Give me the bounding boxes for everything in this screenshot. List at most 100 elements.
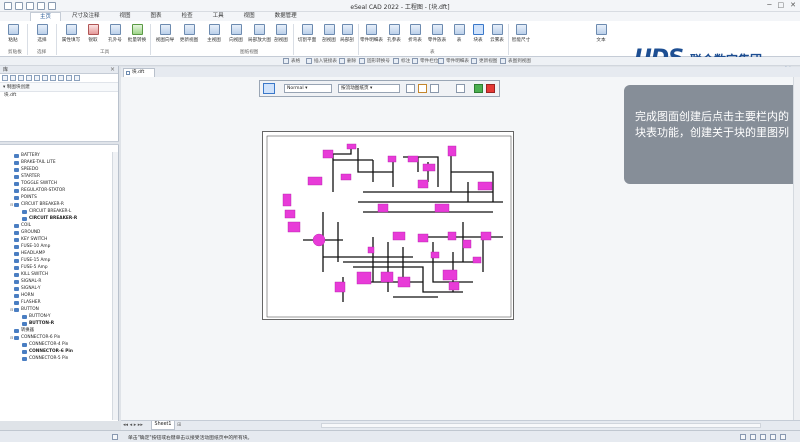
update-view-button[interactable]: 更新视图 [178,23,200,51]
add-sheet-icon[interactable]: ⊞ [177,422,181,428]
tab-dimension[interactable]: 尺寸及注释 [63,12,109,21]
document-tab[interactable]: 块.dft [123,68,155,77]
main-view-button[interactable]: 主视图 [203,23,225,51]
tree-item[interactable]: ⊟ CIRCUIT BREAKER-R [0,201,112,208]
back-icon[interactable] [2,75,8,81]
canvas-horizontal-scrollbar[interactable] [321,423,761,428]
tree-item[interactable]: CONNECTOR-6 Pin [0,348,112,355]
cutting-plane-button[interactable]: 切割平面 [296,23,318,51]
tree-item[interactable]: KEY SWITCH [0,236,112,243]
family-table-button[interactable]: 零件族表 [426,23,448,51]
sub-insert-link[interactable]: 插入链接表 [306,58,337,64]
select-button[interactable]: 选择 [31,23,53,51]
tab-chart[interactable]: 图表 [142,12,171,21]
home-icon[interactable] [26,75,32,81]
tree-item[interactable]: SIGNAL-R [0,278,112,285]
close-icon[interactable]: ✕ [790,1,796,9]
new-folder-icon[interactable] [42,75,48,81]
accept-icon[interactable] [474,84,483,93]
sub-update-view[interactable]: 更新视图 [471,58,497,64]
fit-icon[interactable] [760,434,766,440]
detail-view-button[interactable]: 局部放大图 [248,23,271,51]
paste-button[interactable]: 粘贴 [2,23,24,51]
partial-section-button[interactable]: 局部剖 [336,23,358,51]
tree-item[interactable]: CONNECTOR-5 Pin [0,355,112,362]
tab-tools[interactable]: 工具 [204,12,233,21]
hole-table-button[interactable]: 孔参表 [383,23,405,51]
tree-item[interactable]: CIRCUIT BREAKER-R [0,215,112,222]
block-table-icon[interactable] [263,83,275,94]
pan-icon[interactable] [770,434,776,440]
sheet-tab[interactable]: Sheet1 [151,421,175,430]
panel-scrollbar[interactable] [112,152,118,420]
tree-item[interactable]: FUSE-5 Amp [0,264,112,271]
search-icon[interactable] [50,75,56,81]
tree-item[interactable]: COIL [0,222,112,229]
cloud-table-button[interactable]: 云雾表 [486,23,508,51]
tree-item[interactable]: REGULATOR-STATOR [0,187,112,194]
file-item[interactable]: 块.dft [0,92,118,100]
tree-item[interactable]: HORN [0,292,112,299]
tree-item[interactable]: BATTERY [0,152,112,159]
sub-delete[interactable]: 删除 [339,58,356,64]
sub-convert-number[interactable]: 固形转换号 [359,58,390,64]
tree-item[interactable]: BUTTON-Y [0,313,112,320]
tree-item[interactable]: STARTER [0,173,112,180]
sub-table[interactable]: 表格 [283,58,300,64]
magnifier-icon[interactable] [418,84,427,93]
property-fill-button[interactable]: 属性填写 [60,23,82,51]
tab-inspect[interactable]: 检查 [173,12,202,21]
mode-select[interactable]: 按流动图纸页 ▾ [338,84,400,93]
close-icon[interactable]: × [110,66,115,74]
zoom-in-icon[interactable] [740,434,746,440]
rotate-icon[interactable] [780,434,786,440]
pick-button[interactable]: 锐取 [82,23,104,51]
tree-item[interactable]: BUTTON-R [0,320,112,327]
tree-item[interactable]: ⊟ BUTTON [0,306,112,313]
zoom-out-icon[interactable] [750,434,756,440]
direction-view-button[interactable]: 向视图 [225,23,247,51]
panel-splitter[interactable] [0,141,119,145]
hole-number-button[interactable]: 孔外号 [104,23,126,51]
up-icon[interactable] [18,75,24,81]
tree-item[interactable]: POINTS [0,194,112,201]
cancel-icon[interactable] [486,84,495,93]
folder-icon[interactable] [34,75,40,81]
maximize-icon[interactable]: □ [778,1,785,9]
tree-item[interactable]: TOGGLE SWITCH [0,180,112,187]
options-icon[interactable] [456,84,465,93]
tree-item[interactable]: 转换器 [0,327,112,334]
parts-list-button[interactable]: 零件明细表 [360,23,383,51]
sub-table-to-view[interactable]: 表图到视图 [500,58,531,64]
smart-dimension-button[interactable]: 智能尺寸 [510,23,532,51]
view-wizard-button[interactable]: 视图向导 [154,23,176,51]
link-icon[interactable] [430,84,439,93]
sub-parts-list[interactable]: 零件明细表 [438,58,469,64]
batch-convert-button[interactable]: 批量转换 [126,23,148,51]
sub-part-column[interactable]: 零件栏位 [412,58,438,64]
tree-item[interactable]: SIGNAL-Y [0,285,112,292]
settings-icon[interactable] [74,75,80,81]
tree-item[interactable]: FUSE-10 Amp [0,243,112,250]
tab-home[interactable]: 主页 [30,12,62,21]
forward-icon[interactable] [10,75,16,81]
tab-data-management[interactable]: 数据管理 [266,12,306,21]
tree-item[interactable]: FLASHER [0,299,112,306]
tab-view[interactable]: 视图 [111,12,140,21]
section-view-button[interactable]: 剖视图 [270,23,292,51]
tree-item[interactable]: KILL SWITCH [0,271,112,278]
tree-item[interactable]: CIRCUIT BREAKER-L [0,208,112,215]
tree-item[interactable]: SPEEDO [0,166,112,173]
tree-item[interactable]: ⊟ CONNECTOR-6 Pin [0,334,112,341]
tree-item[interactable]: HEADLAMP [0,250,112,257]
minimize-icon[interactable]: ─ [767,1,771,9]
properties-icon[interactable] [406,84,415,93]
drawing-sheet[interactable] [262,131,514,320]
text-button[interactable]: 文本 [590,23,612,51]
tree-item[interactable]: CONNECTOR-4 Pin [0,341,112,348]
tree-item[interactable]: FUSE-15 Amp [0,257,112,264]
sub-annotate[interactable]: 标注 [393,58,410,64]
style-select[interactable]: Normal ▾ [284,84,332,93]
tree-item[interactable]: BRAKE-TAIL LITE [0,159,112,166]
view-mode-icon[interactable] [58,75,64,81]
